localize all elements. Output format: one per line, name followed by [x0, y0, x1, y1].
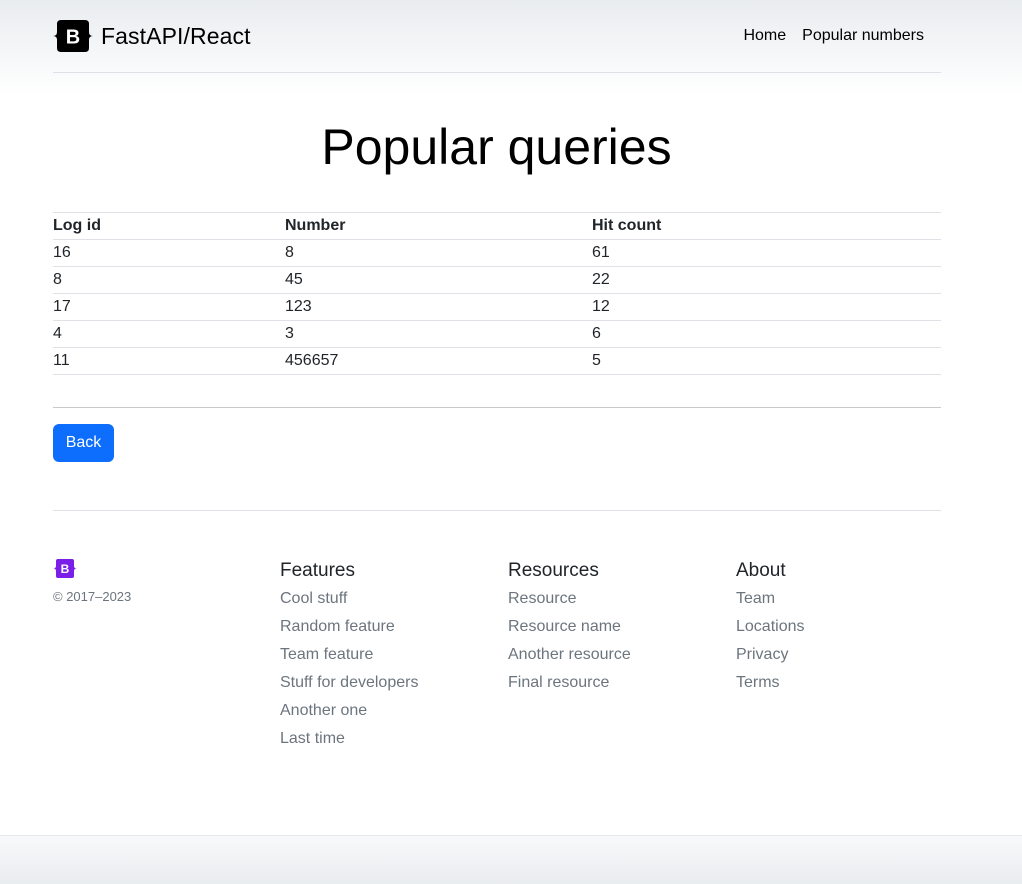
log-id-cell: 8	[53, 266, 285, 294]
table-row: 11 456657 5	[53, 347, 941, 375]
brand-logo-letter: B	[66, 27, 80, 49]
footer-link-team-feature[interactable]: Team feature	[280, 646, 373, 663]
footer-link-resource-name[interactable]: Resource name	[508, 618, 621, 635]
hit-count-cell: 22	[592, 266, 941, 294]
footer-link-resource[interactable]: Resource	[508, 590, 576, 607]
footer-link-cool-stuff[interactable]: Cool stuff	[280, 590, 347, 607]
hit-count-cell: 61	[592, 239, 941, 267]
table-row: 4 3 6	[53, 320, 941, 348]
brand-link[interactable]: B FastAPI/React	[53, 20, 251, 52]
page-title: Popular queries	[321, 119, 672, 175]
bootstrap-logo-icon: B	[53, 20, 93, 52]
column-header-hit-count: Hit count	[592, 212, 941, 240]
back-button[interactable]: Back	[53, 424, 114, 462]
footer-link-terms[interactable]: Terms	[736, 674, 780, 691]
log-id-cell: 4	[53, 320, 285, 348]
column-header-number: Number	[285, 212, 592, 240]
brand-name: FastAPI/React	[101, 22, 251, 49]
number-cell: 123	[285, 293, 592, 321]
footer-link-team[interactable]: Team	[736, 590, 775, 607]
column-header-log-id: Log id	[53, 212, 285, 240]
footer-logo-letter: B	[61, 562, 70, 576]
footer-column-features: Features Cool stuff Random feature Team …	[280, 560, 500, 758]
footer-link-locations[interactable]: Locations	[736, 618, 805, 635]
footer-divider	[53, 510, 941, 511]
footer-heading-about: About	[736, 560, 786, 581]
bottom-bar	[0, 835, 1022, 884]
nav-popular-numbers-link[interactable]: Popular numbers	[802, 27, 924, 45]
footer-link-another-one[interactable]: Another one	[280, 702, 367, 719]
footer-link-last-time[interactable]: Last time	[280, 730, 345, 747]
footer-heading-resources: Resources	[508, 560, 599, 581]
hit-count-cell: 5	[592, 347, 941, 375]
footer-heading-features: Features	[280, 560, 355, 581]
nav-home-link[interactable]: Home	[743, 27, 786, 45]
footer-column-resources: Resources Resource Resource name Another…	[508, 560, 728, 702]
hit-count-cell: 12	[592, 293, 941, 321]
footer-brand-link[interactable]: B	[53, 559, 77, 578]
main-nav: Home Popular numbers	[743, 27, 924, 45]
footer-link-another-resource[interactable]: Another resource	[508, 646, 631, 663]
footer-link-privacy[interactable]: Privacy	[736, 646, 788, 663]
log-id-cell: 11	[53, 347, 285, 375]
number-cell: 3	[285, 320, 592, 348]
popular-queries-table: Log id Number Hit count 16 8 61 8 45 22 …	[53, 212, 941, 375]
content-divider	[53, 407, 941, 408]
number-cell: 45	[285, 266, 592, 294]
number-cell: 456657	[285, 347, 592, 375]
table-row: 16 8 61	[53, 239, 941, 267]
table-header-row: Log id Number Hit count	[53, 212, 941, 240]
footer-column-about: About Team Locations Privacy Terms	[736, 560, 956, 702]
hit-count-cell: 6	[592, 320, 941, 348]
table-row: 17 123 12	[53, 293, 941, 321]
footer-link-random-feature[interactable]: Random feature	[280, 618, 395, 635]
log-id-cell: 17	[53, 293, 285, 321]
number-cell: 8	[285, 239, 592, 267]
footer-link-stuff-for-developers[interactable]: Stuff for developers	[280, 674, 418, 691]
copyright-text: © 2017–2023	[53, 589, 132, 604]
footer-link-final-resource[interactable]: Final resource	[508, 674, 609, 691]
site-header: B FastAPI/React Home Popular numbers	[53, 0, 941, 73]
table-row: 8 45 22	[53, 266, 941, 294]
log-id-cell: 16	[53, 239, 285, 267]
bootstrap-logo-icon: B	[53, 559, 77, 578]
